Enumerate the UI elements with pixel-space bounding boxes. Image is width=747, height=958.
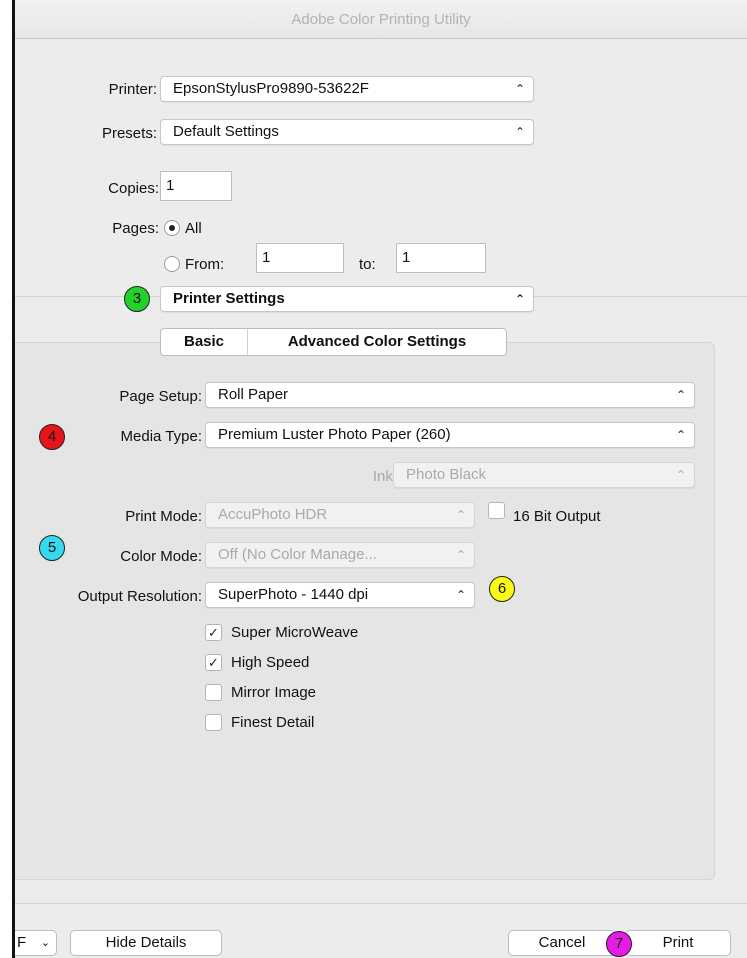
media-type-select[interactable]: Premium Luster Photo Paper (260) ⌃ (205, 422, 695, 448)
up-down-chevron-icon: ⌃ (675, 468, 686, 482)
up-down-chevron-icon: ⌃ (514, 125, 525, 139)
print-mode-value: AccuPhoto HDR (218, 506, 328, 523)
pages-label: Pages: (112, 220, 159, 237)
footer-separator (15, 903, 747, 904)
window-title: Adobe Color Printing Utility (15, 0, 747, 39)
bit16-label: 16 Bit Output (513, 508, 601, 525)
tab-bar: Basic Advanced Color Settings (160, 328, 507, 356)
callout-badge-5: 5 (39, 535, 65, 561)
chevron-down-icon: ⌄ (40, 937, 50, 949)
up-down-chevron-icon: ⌃ (514, 292, 525, 306)
color-mode-value: Off (No Color Manage... (218, 546, 377, 563)
pages-from-input[interactable]: 1 (256, 243, 344, 273)
option-high-speed-label: High Speed (231, 654, 310, 671)
color-mode-select: Off (No Color Manage... ⌃ (205, 542, 475, 568)
callout-badge-4: 4 (39, 424, 65, 450)
page-setup-label: Page Setup: (119, 388, 202, 405)
pages-all-radio[interactable] (164, 220, 180, 236)
pdf-menu-button[interactable]: F ⌄ (15, 930, 57, 956)
presets-value: Default Settings (173, 123, 279, 140)
output-resolution-value: SuperPhoto - 1440 dpi (218, 586, 369, 603)
callout-badge-6: 6 (489, 576, 515, 602)
print-mode-select: AccuPhoto HDR ⌃ (205, 502, 475, 528)
print-mode-label: Print Mode: (125, 508, 202, 525)
option-finest-detail-checkbox[interactable] (205, 714, 222, 731)
option-finest-detail-label: Finest Detail (231, 714, 315, 731)
option-super-microweave-label: Super MicroWeave (231, 624, 359, 641)
up-down-chevron-icon: ⌃ (675, 428, 686, 442)
option-mirror-image-checkbox[interactable] (205, 684, 222, 701)
up-down-chevron-icon: ⌃ (455, 508, 466, 522)
ink-select: Photo Black ⌃ (393, 462, 695, 488)
presets-select[interactable]: Default Settings ⌃ (160, 119, 534, 145)
cancel-button[interactable]: Cancel (508, 930, 616, 956)
checkmark-icon[interactable]: ✓ (205, 624, 222, 641)
tab-advanced-color-settings[interactable]: Advanced Color Settings (248, 329, 506, 355)
section-select[interactable]: Printer Settings ⌃ (160, 286, 534, 312)
up-down-chevron-icon: ⌃ (455, 588, 466, 602)
copies-label: Copies: (108, 180, 159, 197)
section-value: Printer Settings (173, 290, 285, 307)
up-down-chevron-icon: ⌃ (675, 388, 686, 402)
option-mirror-image-label: Mirror Image (231, 684, 317, 701)
print-dialog: Adobe Color Printing Utility Printer: Ep… (15, 0, 747, 958)
copies-input[interactable]: 1 (160, 171, 232, 201)
page-setup-value: Roll Paper (218, 386, 289, 403)
checkmark-icon[interactable]: ✓ (205, 654, 222, 671)
bit16-checkbox[interactable] (488, 502, 505, 519)
pages-to-label: to: (359, 256, 376, 273)
up-down-chevron-icon: ⌃ (514, 82, 525, 96)
media-type-value: Premium Luster Photo Paper (260) (218, 426, 451, 443)
presets-label: Presets: (101, 125, 157, 142)
printer-label: Printer: (108, 81, 157, 98)
pages-all-label: All (185, 220, 202, 237)
pages-from-label: From: (185, 256, 225, 273)
output-resolution-label: Output Resolution: (77, 588, 202, 605)
printer-value: EpsonStylusPro9890-53622F (173, 80, 369, 97)
color-mode-label: Color Mode: (120, 548, 202, 565)
pages-to-input[interactable]: 1 (396, 243, 486, 273)
tab-basic[interactable]: Basic (161, 329, 248, 355)
output-resolution-select[interactable]: SuperPhoto - 1440 dpi ⌃ (205, 582, 475, 608)
callout-badge-3: 3 (124, 286, 150, 312)
media-type-label: Media Type: (120, 428, 202, 445)
page-setup-select[interactable]: Roll Paper ⌃ (205, 382, 695, 408)
printer-select[interactable]: EpsonStylusPro9890-53622F ⌃ (160, 76, 534, 102)
pages-from-radio[interactable] (164, 256, 180, 272)
up-down-chevron-icon: ⌃ (455, 548, 466, 562)
print-button[interactable]: Print (625, 930, 731, 956)
ink-value: Photo Black (406, 466, 487, 483)
window-edge (0, 0, 15, 958)
hide-details-button[interactable]: Hide Details (70, 930, 222, 956)
callout-badge-7: 7 (606, 931, 632, 957)
pdf-label: F (17, 934, 27, 951)
